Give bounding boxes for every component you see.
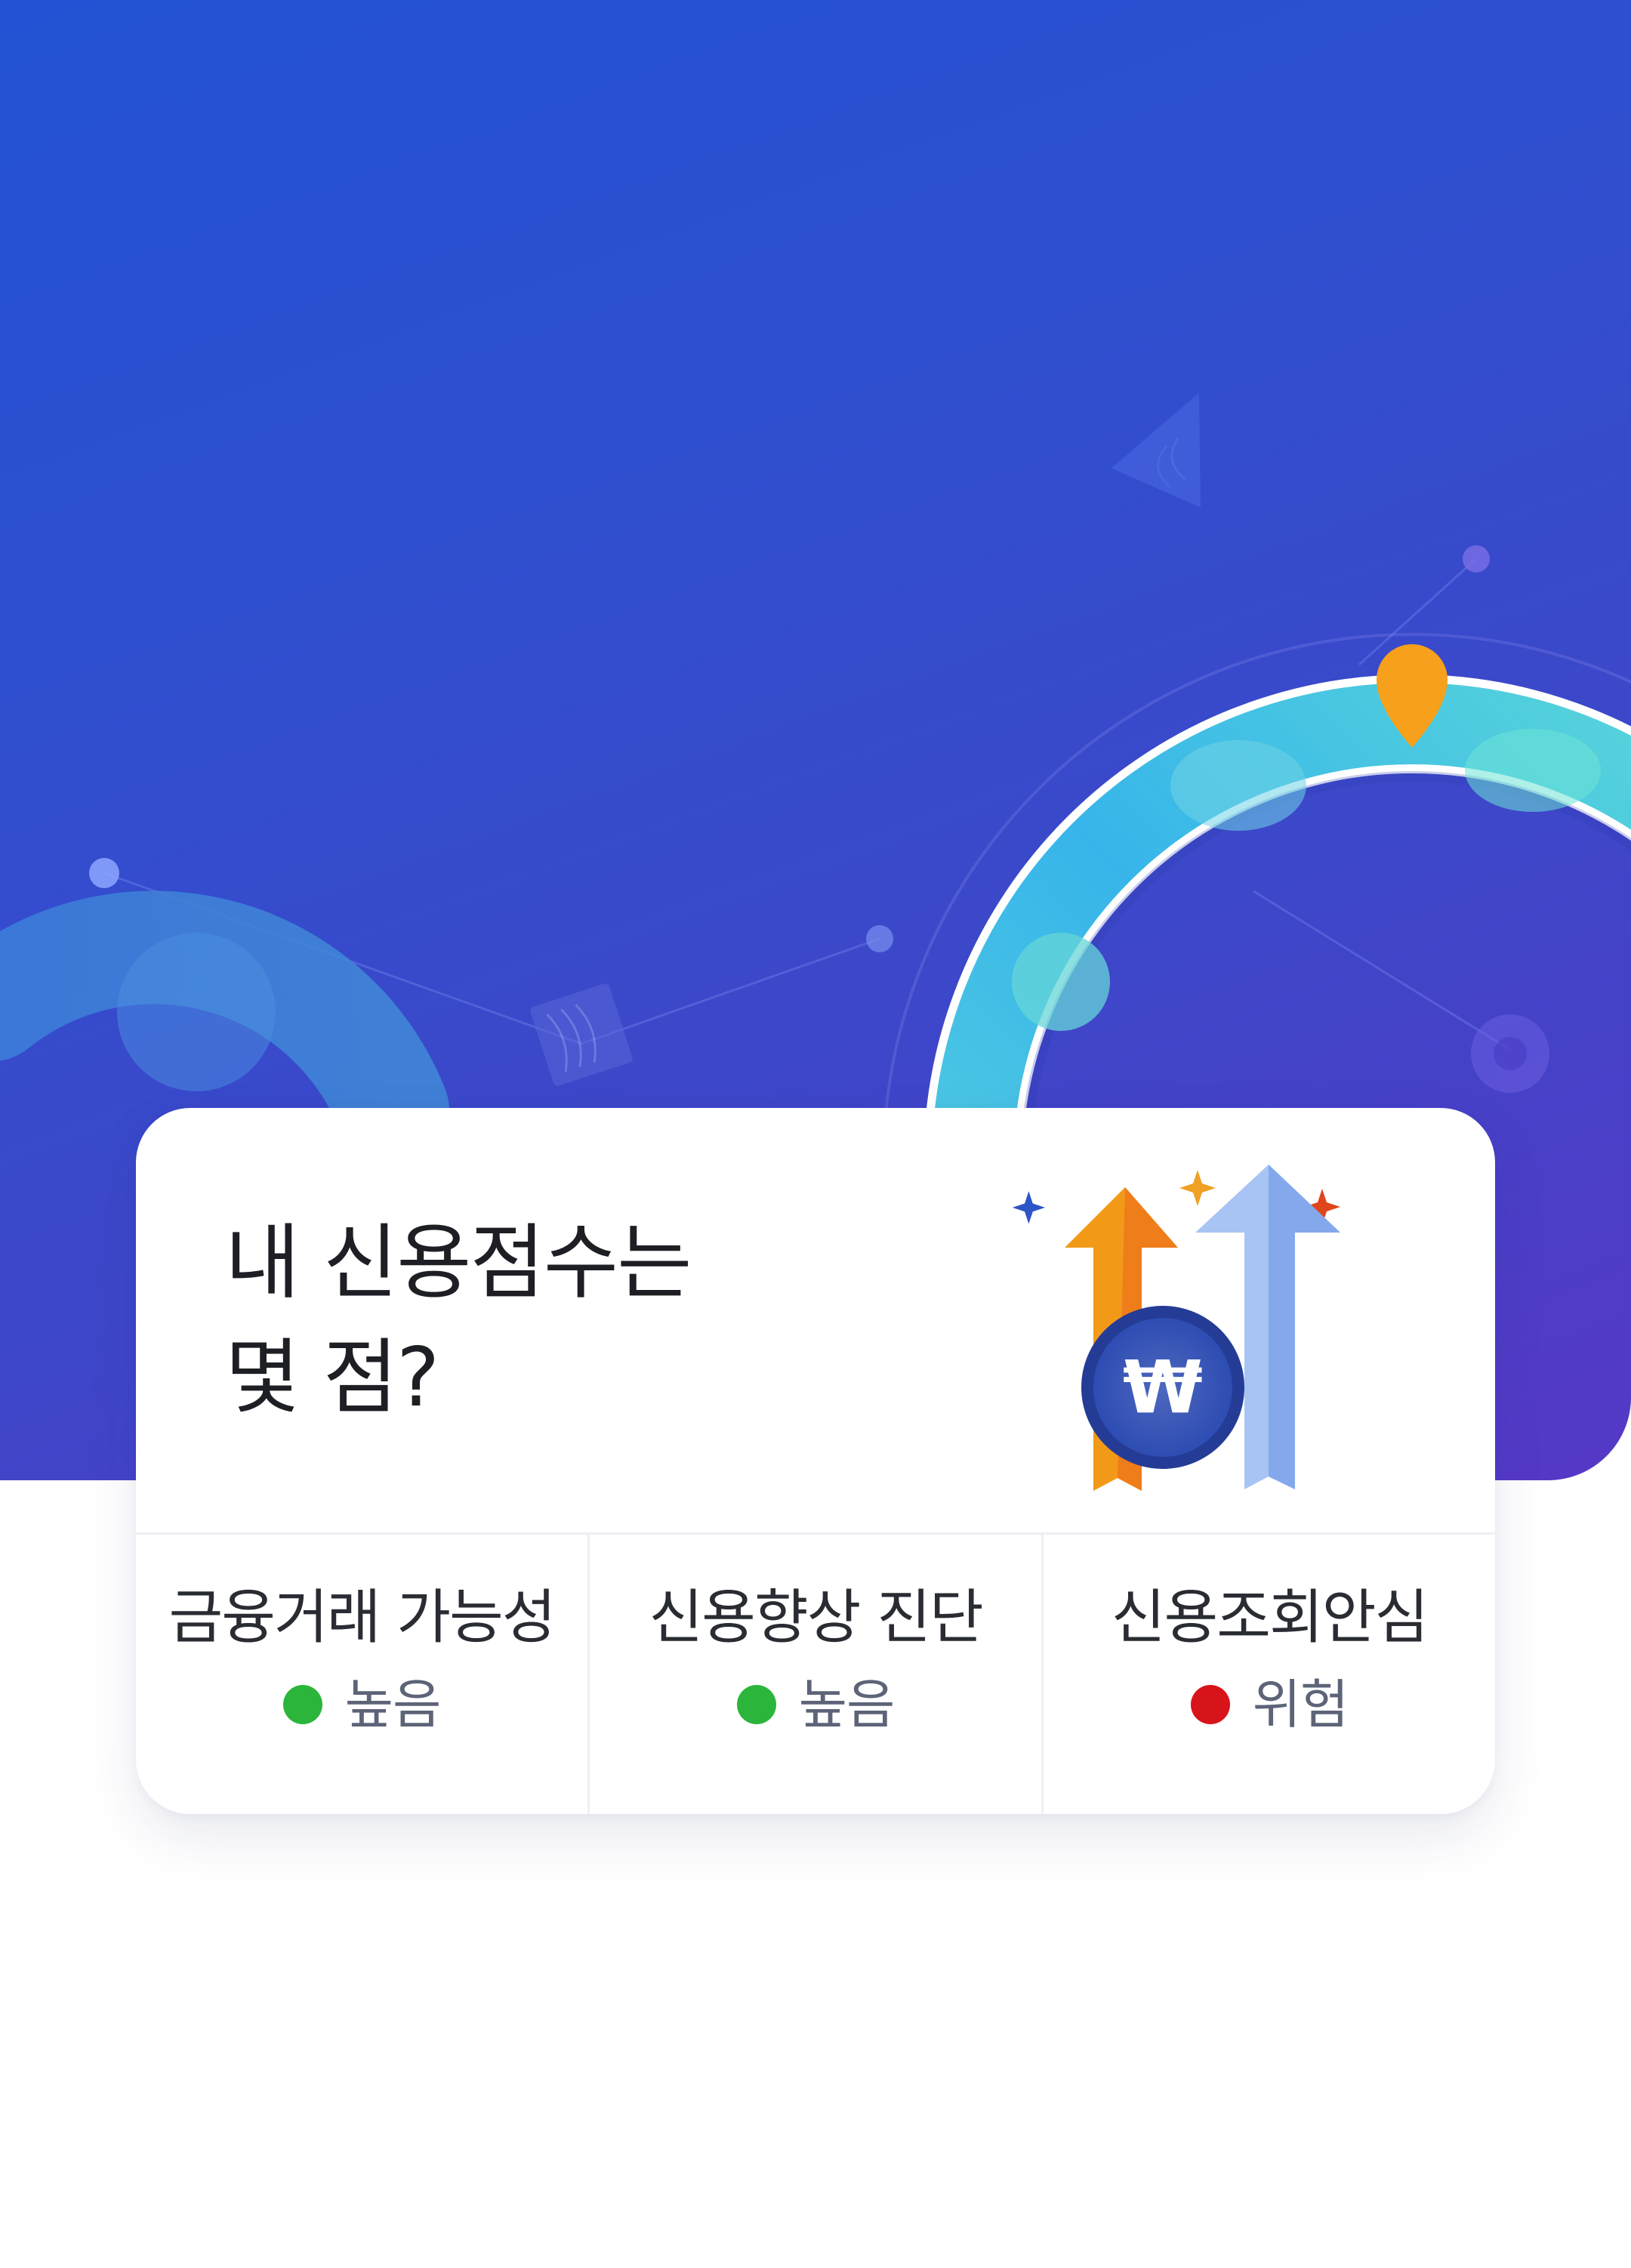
stat-credit-improvement[interactable]: 신용향상 진단 높음 [587, 1535, 1041, 1814]
status-text: 높음 [798, 1674, 896, 1736]
credit-score-page: 내 신용점수는 몇 점? ₩ 금융거래 가능성 높음 신용향상 진단 높음 신용… [0, 0, 1631, 2268]
status-text: 높음 [344, 1674, 442, 1736]
card-header: 내 신용점수는 몇 점? ₩ [136, 1108, 1495, 1532]
stat-status: 높음 [136, 1671, 587, 1739]
stat-label: 신용조회안심 [1111, 1584, 1429, 1652]
stat-label: 금융거래 가능성 [168, 1584, 556, 1652]
stat-credit-inquiry-safety[interactable]: 신용조회안심 위험 [1041, 1535, 1495, 1814]
page-title: 내 신용점수는 몇 점? [225, 1206, 692, 1436]
title-highlight: 신용점수 [322, 1206, 621, 1321]
title-suffix: 는 [617, 1216, 692, 1310]
stat-status: 위험 [1044, 1671, 1495, 1739]
node-dot [1463, 545, 1490, 572]
status-dot-green [736, 1685, 776, 1724]
node-dot [89, 858, 119, 888]
stat-status: 높음 [590, 1671, 1041, 1739]
rising-arrows-won-coin-icon: ₩ [1012, 1165, 1340, 1491]
stat-financial-transaction[interactable]: 금융거래 가능성 높음 [136, 1535, 587, 1814]
title-prefix: 내 [225, 1216, 323, 1310]
credit-score-card[interactable]: 내 신용점수는 몇 점? ₩ 금융거래 가능성 높음 신용향상 진단 높음 신용… [136, 1108, 1495, 1814]
status-dot-red [1190, 1685, 1230, 1724]
credit-stats-row: 금융거래 가능성 높음 신용향상 진단 높음 신용조회안심 위험 [136, 1535, 1495, 1814]
status-text: 위험 [1252, 1674, 1349, 1736]
triangle-shape [1111, 393, 1201, 508]
node-dot [866, 925, 893, 952]
square-shape [530, 983, 633, 1086]
title-line2: 몇 점? [225, 1331, 439, 1425]
status-dot-green [282, 1685, 322, 1724]
stat-label: 신용향상 진단 [649, 1584, 983, 1652]
svg-text:₩: ₩ [1123, 1345, 1203, 1430]
